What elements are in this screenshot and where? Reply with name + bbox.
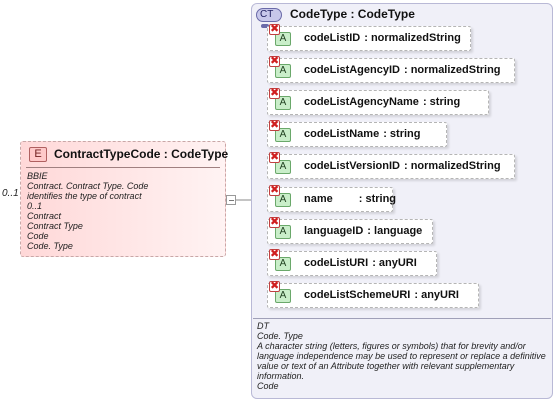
element-notes: BBIE Contract. Contract Type. Code ident… (27, 171, 223, 251)
attribute-label: codeListAgencyName: string (304, 96, 460, 108)
element-note-line: 0..1 (27, 201, 43, 211)
attribute-row[interactable]: A ✖ codeListID: normalizedString (267, 23, 471, 51)
complex-type-badge-label: CT (260, 9, 274, 20)
attribute-label: codeListID: normalizedString (304, 32, 461, 44)
element-note-line: Contract. Contract Type. Code (27, 181, 149, 191)
attribute-row[interactable]: A ✖ name: string (267, 184, 396, 212)
attribute-type: : anyURI (372, 257, 417, 269)
attribute-type: : string (422, 96, 461, 108)
attribute-name: codeListID (304, 32, 361, 44)
element-note-line: BBIE (27, 171, 48, 181)
attribute-label: codeListAgencyID: normalizedString (304, 64, 501, 76)
ct-note-line: Code (257, 381, 279, 391)
attribute-name: codeListAgencyID (304, 64, 400, 76)
ct-note-line: A character string (letters, figures or … (257, 341, 526, 351)
complex-type-title: CodeType : CodeType (290, 7, 415, 21)
complex-type-divider (253, 318, 551, 319)
attribute-type: : string (383, 128, 421, 140)
attribute-type: : string (358, 193, 397, 205)
attribute-row[interactable]: A ✖ codeListAgencyName: string (267, 87, 489, 115)
attribute-type: : normalizedString (364, 32, 461, 44)
ct-note-line: Code. Type (257, 331, 303, 341)
element-note-line: Code (27, 231, 49, 241)
attribute-row[interactable]: A ✖ languageID: language (267, 216, 433, 244)
prohibited-icon: ✖ (269, 248, 280, 260)
prohibited-icon: ✖ (269, 280, 280, 292)
complex-type-icon: CT (256, 8, 282, 29)
attribute-type: : anyURI (414, 289, 459, 301)
element-note-line: Contract Type (27, 221, 83, 231)
complex-type-notes: DT Code. Type A character string (letter… (257, 321, 551, 391)
prohibited-icon: ✖ (269, 119, 280, 131)
attribute-type: : normalizedString (403, 64, 501, 76)
element-note-line: Contract (27, 211, 62, 221)
attribute-name: codeListURI (304, 257, 369, 269)
element-note-line: identifies the type of contract (27, 191, 142, 201)
element-cardinality: 0..1 (2, 188, 19, 199)
attribute-row[interactable]: A ✖ codeListAgencyID: normalizedString (267, 55, 515, 83)
attribute-label: languageID: language (304, 225, 422, 237)
attribute-name: codeListVersionID (304, 160, 400, 172)
attribute-type: : language (367, 225, 423, 237)
prohibited-icon: ✖ (269, 87, 280, 99)
ct-note-line: DT (257, 321, 269, 331)
prohibited-icon: ✖ (269, 55, 280, 67)
prohibited-icon: ✖ (269, 23, 280, 35)
element-note-line: Code. Type (27, 241, 73, 251)
attribute-name: name (304, 193, 333, 205)
prohibited-icon: ✖ (269, 184, 280, 196)
attribute-name: languageID (304, 225, 364, 237)
attribute-name: codeListSchemeURI (304, 289, 411, 301)
attribute-label: codeListSchemeURI: anyURI (304, 289, 459, 301)
ct-note-line: language independence may be used to rep… (257, 351, 546, 361)
attribute-label: codeListName: string (304, 128, 420, 140)
attribute-row[interactable]: A ✖ codeListName: string (267, 119, 447, 147)
ct-note-line: value or text of an Attribute together w… (257, 361, 515, 371)
attribute-label: codeListURI: anyURI (304, 257, 417, 269)
ct-note-line: information. (257, 371, 305, 381)
attribute-name: codeListAgencyName (304, 96, 419, 108)
element-icon: E (29, 147, 47, 162)
prohibited-icon: ✖ (269, 216, 280, 228)
prohibited-icon: ✖ (269, 151, 280, 163)
element-divider (26, 167, 220, 168)
attribute-row[interactable]: A ✖ codeListURI: anyURI (267, 248, 437, 276)
attribute-label: codeListVersionID: normalizedString (304, 160, 501, 172)
attribute-row[interactable]: A ✖ codeListSchemeURI: anyURI (267, 280, 479, 308)
attribute-type: : normalizedString (403, 160, 501, 172)
attribute-label: name : string (304, 193, 396, 205)
element-title: ContractTypeCode : CodeType (54, 147, 229, 161)
sequence-connector-icon[interactable] (226, 195, 236, 205)
attribute-row[interactable]: A ✖ codeListVersionID: normalizedString (267, 151, 515, 179)
attribute-name: codeListName (304, 128, 380, 140)
